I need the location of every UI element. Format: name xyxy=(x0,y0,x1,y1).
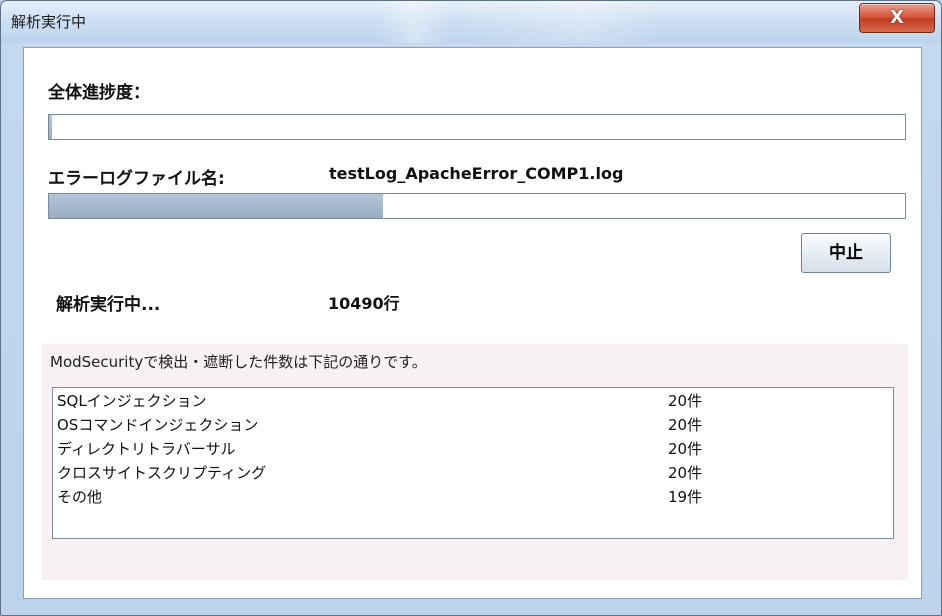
overall-progress-bar xyxy=(48,114,906,140)
list-item[interactable]: その他 19件 xyxy=(53,484,893,508)
error-log-file-label: エラーログファイル名: xyxy=(48,169,225,189)
window-title: 解析実行中 xyxy=(11,13,87,31)
status-label: 解析実行中... xyxy=(56,295,161,315)
attack-count: 20件 xyxy=(668,464,703,482)
result-caption: ModSecurityで検出・遮断した件数は下記の通りです。 xyxy=(50,353,427,371)
list-item[interactable]: OSコマンドインジェクション 20件 xyxy=(53,412,893,436)
attack-type: クロスサイトスクリプティング xyxy=(57,464,267,482)
list-item[interactable]: クロスサイトスクリプティング 20件 xyxy=(53,460,893,484)
attack-count: 19件 xyxy=(668,488,703,506)
attack-count: 20件 xyxy=(668,416,703,434)
attack-type: OSコマンドインジェクション xyxy=(57,416,259,434)
stop-button[interactable]: 中止 xyxy=(801,233,891,273)
result-list[interactable]: SQLインジェクション 20件 OSコマンドインジェクション 20件 ディレクト… xyxy=(52,387,894,539)
attack-type: SQLインジェクション xyxy=(57,392,207,410)
attack-count: 20件 xyxy=(668,392,703,410)
close-button[interactable]: X xyxy=(859,3,935,33)
dialog-content: 全体進捗度： エラーログファイル名: testLog_ApacheError_C… xyxy=(23,47,922,599)
overall-progress-fill xyxy=(49,115,52,139)
close-icon: X xyxy=(890,7,904,28)
list-item[interactable]: ディレクトリトラバーサル 20件 xyxy=(53,436,893,460)
line-count: 10490行 xyxy=(328,294,400,313)
error-log-file-name: testLog_ApacheError_COMP1.log xyxy=(329,164,624,183)
file-progress-bar xyxy=(48,193,906,219)
attack-type: その他 xyxy=(57,488,103,506)
overall-progress-label: 全体進捗度： xyxy=(48,83,150,103)
list-item[interactable]: SQLインジェクション 20件 xyxy=(53,388,893,412)
analysis-dialog: 解析実行中 X 全体進捗度： エラーログファイル名: testLog_Apach… xyxy=(0,0,942,616)
file-progress-fill xyxy=(49,194,383,218)
result-panel: ModSecurityで検出・遮断した件数は下記の通りです。 SQLインジェクシ… xyxy=(42,344,908,580)
attack-count: 20件 xyxy=(668,440,703,458)
attack-type: ディレクトリトラバーサル xyxy=(57,440,236,458)
title-bar[interactable]: 解析実行中 X xyxy=(1,1,941,43)
